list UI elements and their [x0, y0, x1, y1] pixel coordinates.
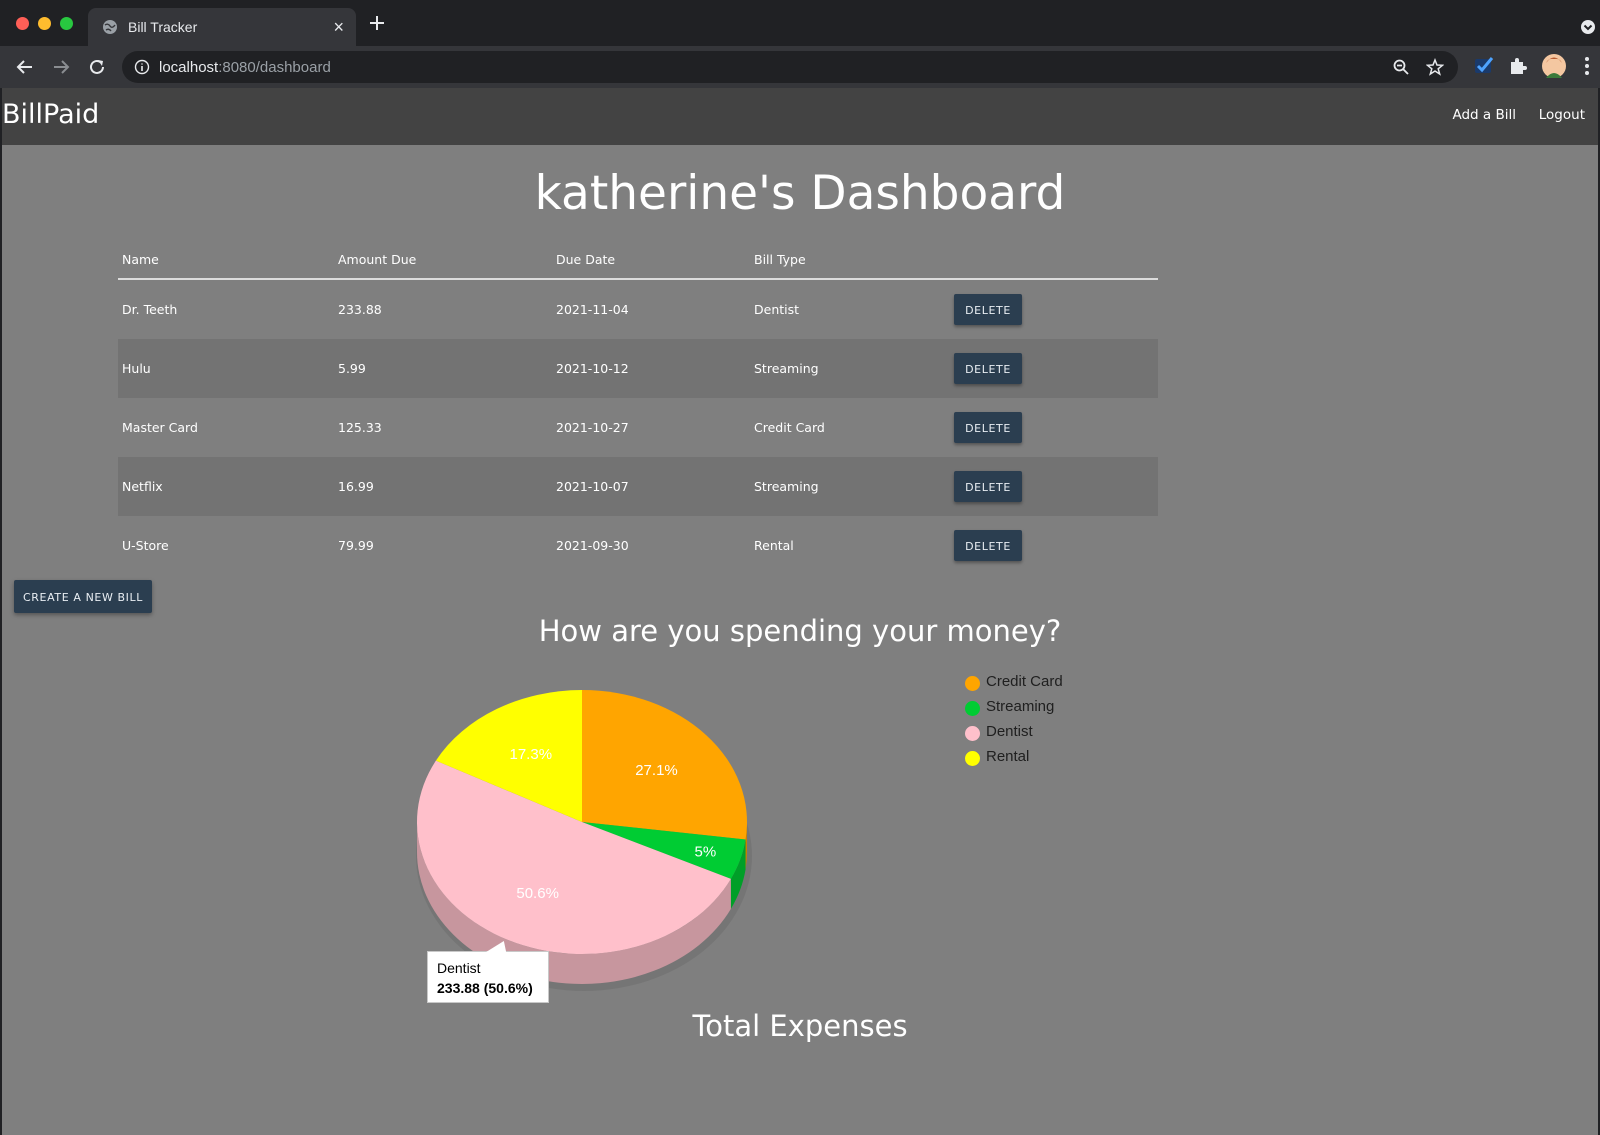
pie-percent-label: 27.1% — [635, 762, 678, 779]
back-arrow-icon[interactable] — [14, 56, 36, 78]
close-tab-icon[interactable]: × — [333, 18, 344, 36]
new-tab-icon[interactable] — [368, 14, 386, 32]
legend-swatch — [965, 676, 980, 691]
forward-arrow-icon[interactable] — [50, 56, 72, 78]
pie-chart: 27.1% 5% 50.6% 17.3% — [416, 690, 752, 991]
info-icon[interactable] — [134, 59, 150, 75]
bookmark-star-icon[interactable] — [1426, 58, 1444, 76]
chart-tooltip: Dentist 233.88 (50.6%) — [427, 941, 549, 1003]
url-text: localhost:8080/dashboard — [159, 59, 331, 76]
reload-icon[interactable] — [86, 56, 108, 78]
tab-search-icon[interactable] — [1580, 19, 1596, 35]
legend-label: Dentist — [986, 723, 1033, 740]
profile-avatar-icon[interactable] — [1542, 54, 1566, 78]
total-expenses-title: Total Expenses — [692, 1009, 908, 1043]
url-path: :8080/dashboard — [218, 59, 331, 76]
zoom-icon[interactable] — [1392, 58, 1410, 76]
checkmark-extension-icon[interactable] — [1474, 56, 1494, 76]
legend-label: Streaming — [986, 698, 1055, 715]
pie-percent-label: 5% — [695, 843, 717, 860]
browser-tab[interactable]: Bill Tracker × — [88, 8, 356, 46]
legend-swatch — [965, 726, 980, 741]
tooltip-label: Dentist — [437, 960, 481, 976]
legend-label: Credit Card — [986, 673, 1063, 690]
globe-icon — [103, 20, 117, 34]
maximize-window-button[interactable] — [60, 17, 73, 30]
browser-menu-icon[interactable] — [1584, 56, 1590, 76]
page-content: BillPaid Add a Bill Logout katherine's D… — [2, 88, 1598, 1135]
legend-swatch — [965, 751, 980, 766]
legend-label: Rental — [986, 748, 1030, 765]
close-window-button[interactable] — [16, 17, 29, 30]
extensions-puzzle-icon[interactable] — [1508, 56, 1528, 76]
tab-title: Bill Tracker — [128, 19, 198, 35]
minimize-window-button[interactable] — [38, 17, 51, 30]
address-bar[interactable]: localhost:8080/dashboard — [122, 51, 1458, 83]
pie-percent-label: 17.3% — [510, 746, 553, 763]
tooltip-value: 233.88 (50.6%) — [437, 980, 533, 996]
browser-tabstrip: Bill Tracker × — [0, 0, 1600, 46]
legend-swatch — [965, 701, 980, 716]
browser-toolbar: localhost:8080/dashboard — [0, 46, 1600, 88]
pie-percent-label: 50.6% — [516, 885, 559, 902]
url-host: localhost — [159, 59, 219, 76]
